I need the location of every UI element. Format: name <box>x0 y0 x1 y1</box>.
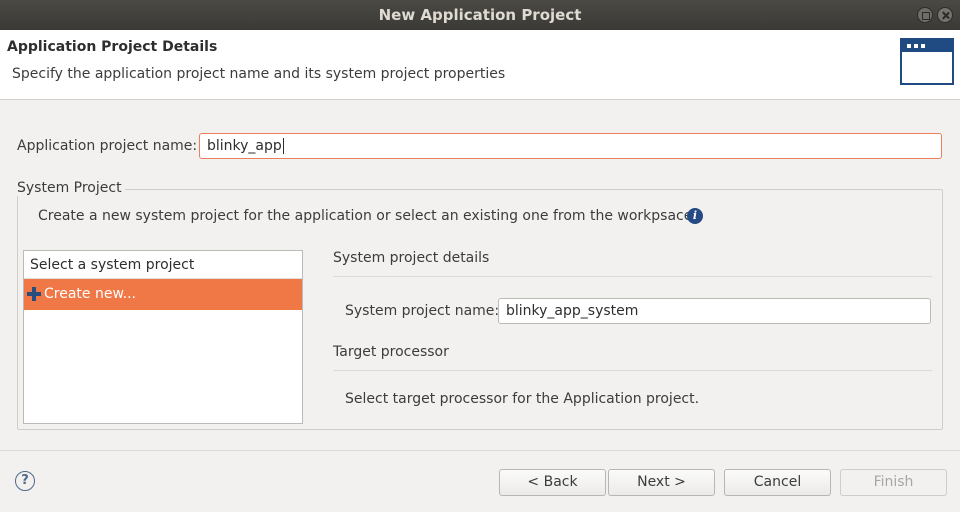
list-item-create-new[interactable]: Create new... <box>24 279 302 310</box>
cancel-button[interactable]: Cancel <box>724 469 831 496</box>
target-processor-description: Select target processor for the Applicat… <box>345 391 700 407</box>
wizard-header: Application Project Details Specify the … <box>0 30 960 100</box>
list-header: Select a system project <box>24 251 302 279</box>
app-name-input[interactable]: blinky_app <box>199 133 942 159</box>
window-icon <box>900 38 954 85</box>
system-project-name-input[interactable]: blinky_app_system <box>498 298 931 324</box>
system-project-description: Create a new system project for the appl… <box>38 208 693 224</box>
finish-button[interactable]: Finish <box>840 469 947 496</box>
system-project-name-label: System project name: <box>345 303 500 319</box>
back-button[interactable]: < Back <box>499 469 606 496</box>
target-separator <box>333 370 932 371</box>
details-separator <box>333 276 932 277</box>
close-icon[interactable] <box>937 7 953 23</box>
window-title: New Application Project <box>378 6 582 24</box>
page-description: Specify the application project name and… <box>12 66 506 82</box>
maximize-icon[interactable] <box>917 7 933 23</box>
system-project-list[interactable]: Select a system project Create new... <box>23 250 303 424</box>
next-button[interactable]: Next > <box>608 469 715 496</box>
page-title: Application Project Details <box>7 39 218 55</box>
window-titlebar: New Application Project <box>0 0 960 30</box>
system-project-legend: System Project <box>17 180 125 196</box>
help-icon[interactable]: ? <box>15 471 35 491</box>
target-processor-title: Target processor <box>333 344 449 360</box>
info-icon[interactable]: i <box>687 208 703 224</box>
plus-icon <box>27 287 41 301</box>
system-project-details-title: System project details <box>333 250 490 266</box>
footer-separator <box>0 450 960 451</box>
app-name-label: Application project name: <box>17 138 198 154</box>
